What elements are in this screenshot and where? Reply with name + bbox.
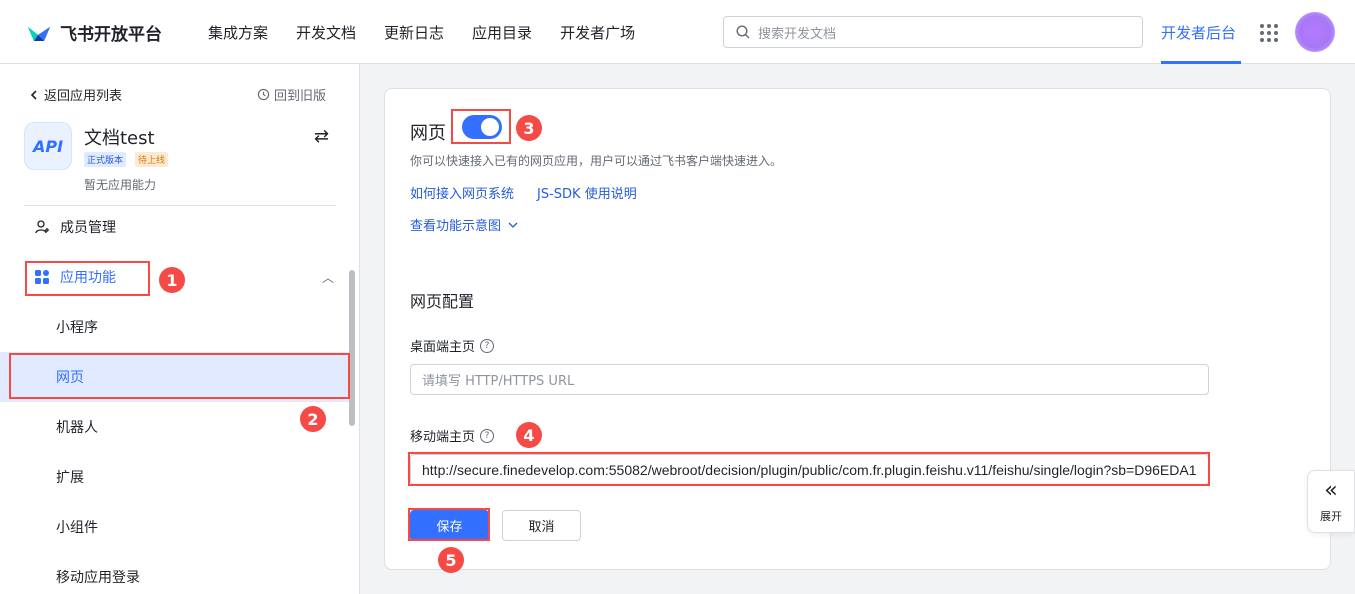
help-icon[interactable]: ?	[480, 338, 495, 353]
search-placeholder: 搜索开发文档	[758, 26, 837, 42]
mobile-home-label-text: 移动端主页	[410, 430, 476, 445]
sidebar-item-label: 机器人	[56, 420, 98, 436]
web-page-settings-card: 网页 你可以快速接入已有的网页应用，用户可以通过飞书客户端快速进入。 如何接入网…	[384, 88, 1331, 570]
desktop-home-label: 桌面端主页 ?	[410, 336, 495, 355]
desktop-home-label-text: 桌面端主页	[410, 340, 476, 355]
jssdk-link[interactable]: JS-SDK 使用说明	[537, 183, 637, 202]
desktop-home-input[interactable]: 请填写 HTTP/HTTPS URL	[410, 364, 1209, 395]
sidebar-item-members[interactable]: 成员管理	[0, 202, 350, 252]
annotation-number: 5	[438, 547, 464, 573]
nav-item-docs[interactable]: 开发文档	[296, 22, 356, 43]
sidebar-scrollbar[interactable]	[349, 270, 355, 426]
history-icon	[257, 88, 270, 101]
search-icon	[736, 25, 750, 39]
top-nav: 飞书开放平台 集成方案 开发文档 更新日志 应用目录 开发者广场 搜索开发文档 …	[0, 0, 1355, 64]
brand-name: 飞书开放平台	[60, 25, 162, 45]
section-title: 网页配置	[410, 292, 475, 311]
dev-console-link[interactable]: 开发者后台	[1161, 22, 1236, 43]
avatar[interactable]	[1295, 12, 1335, 52]
sidebar-item-mobile-login[interactable]: 移动应用登录	[0, 552, 350, 594]
annotation-number: 2	[300, 406, 326, 432]
sidebar-item-mini-program[interactable]: 小程序	[0, 302, 350, 352]
brand-logo[interactable]: 飞书开放平台	[26, 20, 162, 45]
apps-grid-icon[interactable]	[1260, 24, 1278, 42]
cancel-button[interactable]: 取消	[502, 510, 581, 541]
chevron-down-icon	[508, 222, 518, 228]
annotation-number: 4	[516, 422, 542, 448]
status-badge-pending: 待上线	[135, 152, 169, 167]
annotation-box-web-page	[9, 353, 350, 399]
main-nav: 集成方案 开发文档 更新日志 应用目录 开发者广场	[208, 22, 663, 43]
page-title: 网页	[410, 123, 446, 144]
sidebar-item-widget[interactable]: 小组件	[0, 502, 350, 552]
double-chevron-left-icon: «	[1324, 477, 1338, 503]
no-ability-text: 暂无应用能力	[84, 178, 157, 192]
annotation-box-app-features	[25, 261, 150, 296]
search-input[interactable]: 搜索开发文档	[723, 16, 1143, 48]
back-to-app-list[interactable]: 返回应用列表	[28, 85, 122, 104]
app-icon: API	[24, 122, 72, 170]
nav-item-changelog[interactable]: 更新日志	[384, 22, 444, 43]
back-label: 返回应用列表	[44, 89, 123, 104]
mobile-home-label: 移动端主页 ?	[410, 426, 495, 445]
user-add-icon	[35, 220, 49, 234]
help-icon[interactable]: ?	[480, 428, 495, 443]
sidebar-item-label: 成员管理	[60, 220, 116, 236]
annotation-number: 1	[159, 267, 185, 293]
sidebar-item-label: 小程序	[56, 320, 98, 336]
view-preview-link[interactable]: 查看功能示意图	[410, 215, 518, 234]
app-name: 文档test	[84, 128, 155, 149]
expand-panel-button[interactable]: « 展开	[1307, 470, 1355, 533]
sidebar-item-label: 移动应用登录	[56, 570, 140, 586]
active-tab-indicator	[1161, 61, 1241, 64]
sidebar-item-label: 扩展	[56, 470, 84, 486]
nav-item-developer-square[interactable]: 开发者广场	[560, 22, 635, 43]
feishu-logo-icon	[28, 26, 50, 41]
page-description: 你可以快速接入已有的网页应用，用户可以通过飞书客户端快速进入。	[410, 154, 783, 168]
sidebar-item-bot[interactable]: 机器人	[0, 402, 350, 452]
old-version-link[interactable]: 回到旧版	[257, 85, 326, 104]
annotation-box-mobile-url	[408, 452, 1210, 486]
old-version-label: 回到旧版	[274, 89, 327, 104]
nav-item-solutions[interactable]: 集成方案	[208, 22, 268, 43]
integrate-web-link[interactable]: 如何接入网页系统	[410, 183, 514, 202]
annotation-box-toggle	[451, 109, 511, 144]
view-preview-label: 查看功能示意图	[410, 219, 502, 234]
sidebar-item-label: 小组件	[56, 520, 98, 536]
switch-app-icon[interactable]: ⇄	[314, 126, 329, 147]
chevron-left-icon	[30, 89, 37, 100]
chevron-up-icon[interactable]: ︿	[322, 269, 334, 286]
expand-label: 展开	[1320, 509, 1342, 523]
sidebar-item-extension[interactable]: 扩展	[0, 452, 350, 502]
status-badge-release: 正式版本	[84, 152, 127, 167]
annotation-number: 3	[516, 115, 542, 141]
annotation-box-save	[408, 508, 490, 541]
sidebar: 返回应用列表 回到旧版 API 文档test 正式版本 待上线 暂无应用能力 ⇄…	[0, 64, 360, 594]
nav-item-app-directory[interactable]: 应用目录	[472, 22, 532, 43]
